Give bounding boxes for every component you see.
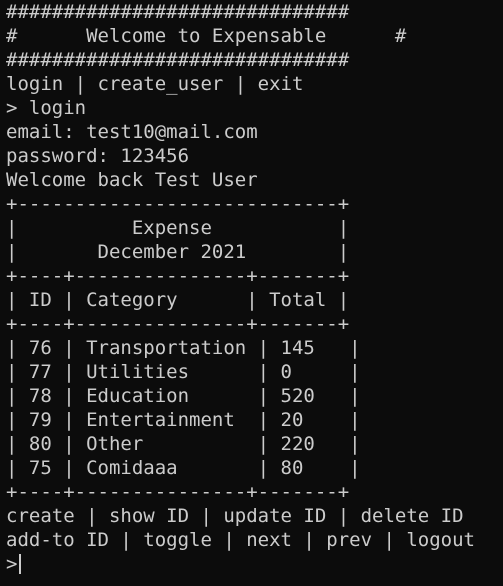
- banner-border-bottom: ##############################: [6, 49, 350, 71]
- table-header: | ID | Category | Total |: [6, 289, 350, 311]
- table-row: | 76 | Transportation | 145 |: [6, 337, 361, 359]
- table-row: | 79 | Entertainment | 20 |: [6, 409, 361, 431]
- table-subtitle: | December 2021 |: [6, 241, 350, 263]
- table-title: | Expense |: [6, 217, 350, 239]
- prompt-symbol: >: [6, 553, 18, 575]
- email-line: email: test10@mail.com: [6, 121, 258, 143]
- table-row: | 78 | Education | 520 |: [6, 385, 361, 407]
- banner-title: # Welcome to Expensable #: [6, 25, 407, 47]
- table-row: | 80 | Other | 220 |: [6, 433, 361, 455]
- action-menu-secondary: add-to ID | toggle | next | prev | logou…: [6, 529, 475, 551]
- table-row: | 77 | Utilities | 0 |: [6, 361, 361, 383]
- welcome-message: Welcome back Test User: [6, 169, 258, 191]
- input-prompt-line[interactable]: >: [6, 552, 503, 576]
- password-line: password: 123456: [6, 145, 190, 167]
- terminal-window[interactable]: ############################## # Welcome…: [0, 0, 503, 586]
- table-top-border: +----------------------------+: [6, 193, 350, 215]
- table-rows-border: +----+---------------+-------+: [6, 313, 350, 335]
- table-row: | 75 | Comidaaa | 80 |: [6, 457, 361, 479]
- banner-border-top: ##############################: [6, 1, 350, 23]
- table-header-border: +----+---------------+-------+: [6, 265, 350, 287]
- action-menu-primary: create | show ID | update ID | delete ID: [6, 505, 464, 527]
- main-menu-options: login | create_user | exit: [6, 73, 304, 95]
- text-cursor: [19, 554, 22, 574]
- table-bottom-border: +----+---------------+-------+: [6, 481, 350, 503]
- command-login: > login: [6, 97, 87, 119]
